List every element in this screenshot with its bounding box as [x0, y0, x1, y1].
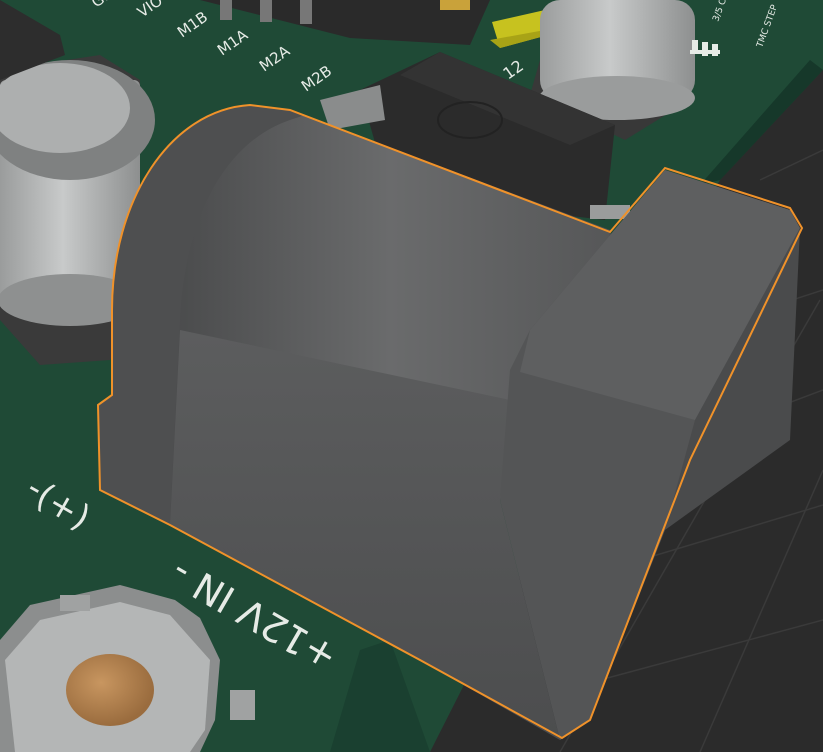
button-cap-icon	[66, 654, 154, 726]
3d-viewport[interactable]: GN VIO M1B M1A M2A M2B 12 3/5 C TMC STEP	[0, 0, 823, 752]
scene-canvas[interactable]: GN VIO M1B M1A M2A M2B 12 3/5 C TMC STEP	[0, 0, 823, 752]
